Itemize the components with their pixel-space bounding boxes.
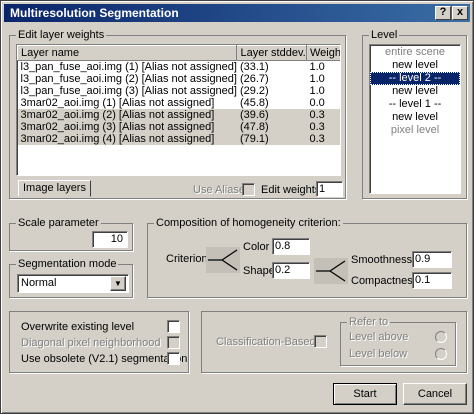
segmentation-mode-select[interactable]: Normal ▼ <box>17 274 129 293</box>
table-row[interactable]: 3mar02_aoi.img (3) [Alias not assigned](… <box>17 121 340 133</box>
layer-stddev: (79.1) <box>236 133 307 145</box>
layer-name: l3_pan_fuse_aoi.img (1) [Alias not assig… <box>20 61 237 73</box>
level-title: Level <box>369 28 400 42</box>
table-row[interactable]: l3_pan_fuse_aoi.img (3) [Alias not assig… <box>18 85 341 97</box>
obsolete-label: Use obsolete (V2.1) segmentation <box>21 353 188 365</box>
level-item-new-level[interactable]: new level <box>370 111 460 124</box>
homogeneity-title: Composition of homogeneity criterion: <box>154 216 343 230</box>
edit-weights-label: Edit weights: <box>261 184 324 196</box>
close-button[interactable]: x <box>452 6 468 20</box>
edit-layer-weights-group: Edit layer weights Layer name Layer stdd… <box>9 28 346 199</box>
layer-stddev: (33.1) <box>239 61 269 73</box>
layer-weight: 1.0 <box>309 73 325 85</box>
level-list[interactable]: entire scene new level -- level 2 -- new… <box>369 44 461 194</box>
criterion-label: Criterion <box>166 253 208 265</box>
tab-image-layers[interactable]: Image layers <box>18 180 91 197</box>
shape-label: Shape <box>243 265 275 277</box>
use-aliases-checkbox[interactable] <box>242 183 255 196</box>
table-row[interactable]: 3mar02_aoi.img (1) [Alias not assigned] (… <box>18 97 341 109</box>
layer-stddev: (47.8) <box>236 121 307 133</box>
compactness-label: Compactness <box>351 275 419 287</box>
overwrite-label: Overwrite existing level <box>21 321 135 333</box>
dialog-window: Multiresolution Segmentation ? x Edit la… <box>0 0 474 414</box>
diagonal-checkbox[interactable] <box>167 336 180 349</box>
layer-stddev: (45.8) <box>239 97 269 109</box>
compactness-input[interactable]: 0.1 <box>412 272 452 289</box>
table-row[interactable]: 3mar02_aoi.img (4) [Alias not assigned](… <box>17 133 340 145</box>
color-label: Color <box>243 241 270 253</box>
scale-parameter-title: Scale parameter <box>16 216 101 230</box>
layer-weight: 1.0 <box>309 85 325 97</box>
layer-name: l3_pan_fuse_aoi.img (3) [Alias not assig… <box>20 85 237 97</box>
segmentation-mode-group: Segmentation mode Normal ▼ <box>9 257 133 298</box>
layer-weight: 0.3 <box>306 133 340 145</box>
window-title: Multiresolution Segmentation <box>10 6 179 20</box>
layer-stddev: (29.2) <box>239 85 269 97</box>
layer-stddev: (26.7) <box>239 73 269 85</box>
level-item-level-2[interactable]: -- level 2 -- <box>370 72 460 85</box>
chevron-down-icon[interactable]: ▼ <box>110 276 126 291</box>
level-below-label: Level below <box>349 348 408 360</box>
col-layer-stddev[interactable]: Layer stddev. <box>236 45 307 61</box>
level-item-pixel-level[interactable]: pixel level <box>370 124 460 137</box>
layer-weight: 1.0 <box>309 61 325 73</box>
classification-based-checkbox[interactable] <box>314 335 327 348</box>
col-layer-name[interactable]: Layer name <box>17 45 238 61</box>
options-group: Overwrite existing level Diagonal pixel … <box>9 311 189 373</box>
layer-weight: 0.0 <box>309 97 325 109</box>
layer-table[interactable]: Layer name Layer stddev. Weight l3_pan_f… <box>16 44 341 176</box>
start-button[interactable]: Start <box>333 383 397 405</box>
table-row[interactable]: 3mar02_aoi.img (2) [Alias not assigned](… <box>17 109 340 121</box>
layer-name: 3mar02_aoi.img (1) [Alias not assigned] <box>20 97 215 109</box>
diagonal-label: Diagonal pixel neighborhood <box>21 337 161 349</box>
classification-based-label: Classification-Based <box>216 336 316 348</box>
smoothness-input[interactable]: 0.9 <box>412 251 452 268</box>
level-item-entire-scene[interactable]: entire scene <box>370 46 460 59</box>
segmentation-mode-title: Segmentation mode <box>16 257 119 271</box>
layer-name: l3_pan_fuse_aoi.img (2) [Alias not assig… <box>20 73 237 85</box>
smoothness-label: Smoothness <box>351 254 413 266</box>
layer-stddev: (39.6) <box>236 109 307 121</box>
scale-parameter-input[interactable]: 10 <box>92 231 128 248</box>
layer-weight: 0.3 <box>306 121 340 133</box>
edit-layer-weights-title: Edit layer weights <box>16 28 107 42</box>
layer-name: 3mar02_aoi.img (3) [Alias not assigned] <box>17 121 237 133</box>
segmentation-mode-value: Normal <box>21 277 57 289</box>
table-row[interactable]: l3_pan_fuse_aoi.img (2) [Alias not assig… <box>18 73 341 85</box>
homogeneity-group: Composition of homogeneity criterion: Cr… <box>147 216 467 298</box>
level-item-level-1[interactable]: -- level 1 -- <box>370 98 460 111</box>
table-row[interactable]: l3_pan_fuse_aoi.img (1) [Alias not assig… <box>18 61 341 74</box>
layer-name: 3mar02_aoi.img (2) [Alias not assigned] <box>17 109 237 121</box>
edit-weights-input[interactable]: 1 <box>316 181 343 197</box>
cancel-button[interactable]: Cancel <box>403 383 467 405</box>
title-bar: Multiresolution Segmentation ? x <box>4 4 470 22</box>
refer-to-title: Refer to <box>347 315 391 329</box>
shape-branch-icon <box>314 258 348 284</box>
level-below-radio[interactable] <box>435 348 447 360</box>
level-item-new-level[interactable]: new level <box>370 59 460 72</box>
obsolete-checkbox[interactable] <box>167 352 180 365</box>
overwrite-checkbox[interactable] <box>167 320 180 333</box>
level-item-new-level[interactable]: new level <box>370 85 460 98</box>
criterion-branch-icon <box>206 247 240 273</box>
scale-parameter-group: Scale parameter 10 <box>9 216 133 251</box>
level-above-radio[interactable] <box>435 331 447 343</box>
shape-input[interactable]: 0.2 <box>272 262 310 279</box>
help-button[interactable]: ? <box>435 6 451 20</box>
level-above-label: Level above <box>349 331 409 343</box>
color-input[interactable]: 0.8 <box>272 238 310 255</box>
layer-weight: 0.3 <box>306 109 340 121</box>
classification-group: Classification-Based Refer to Level abov… <box>201 311 467 373</box>
refer-to-group: Refer to Level above Level below <box>340 315 456 366</box>
col-weight[interactable]: Weight <box>305 45 340 61</box>
level-group: Level entire scene new level -- level 2 … <box>362 28 467 199</box>
layer-name: 3mar02_aoi.img (4) [Alias not assigned] <box>17 133 237 145</box>
